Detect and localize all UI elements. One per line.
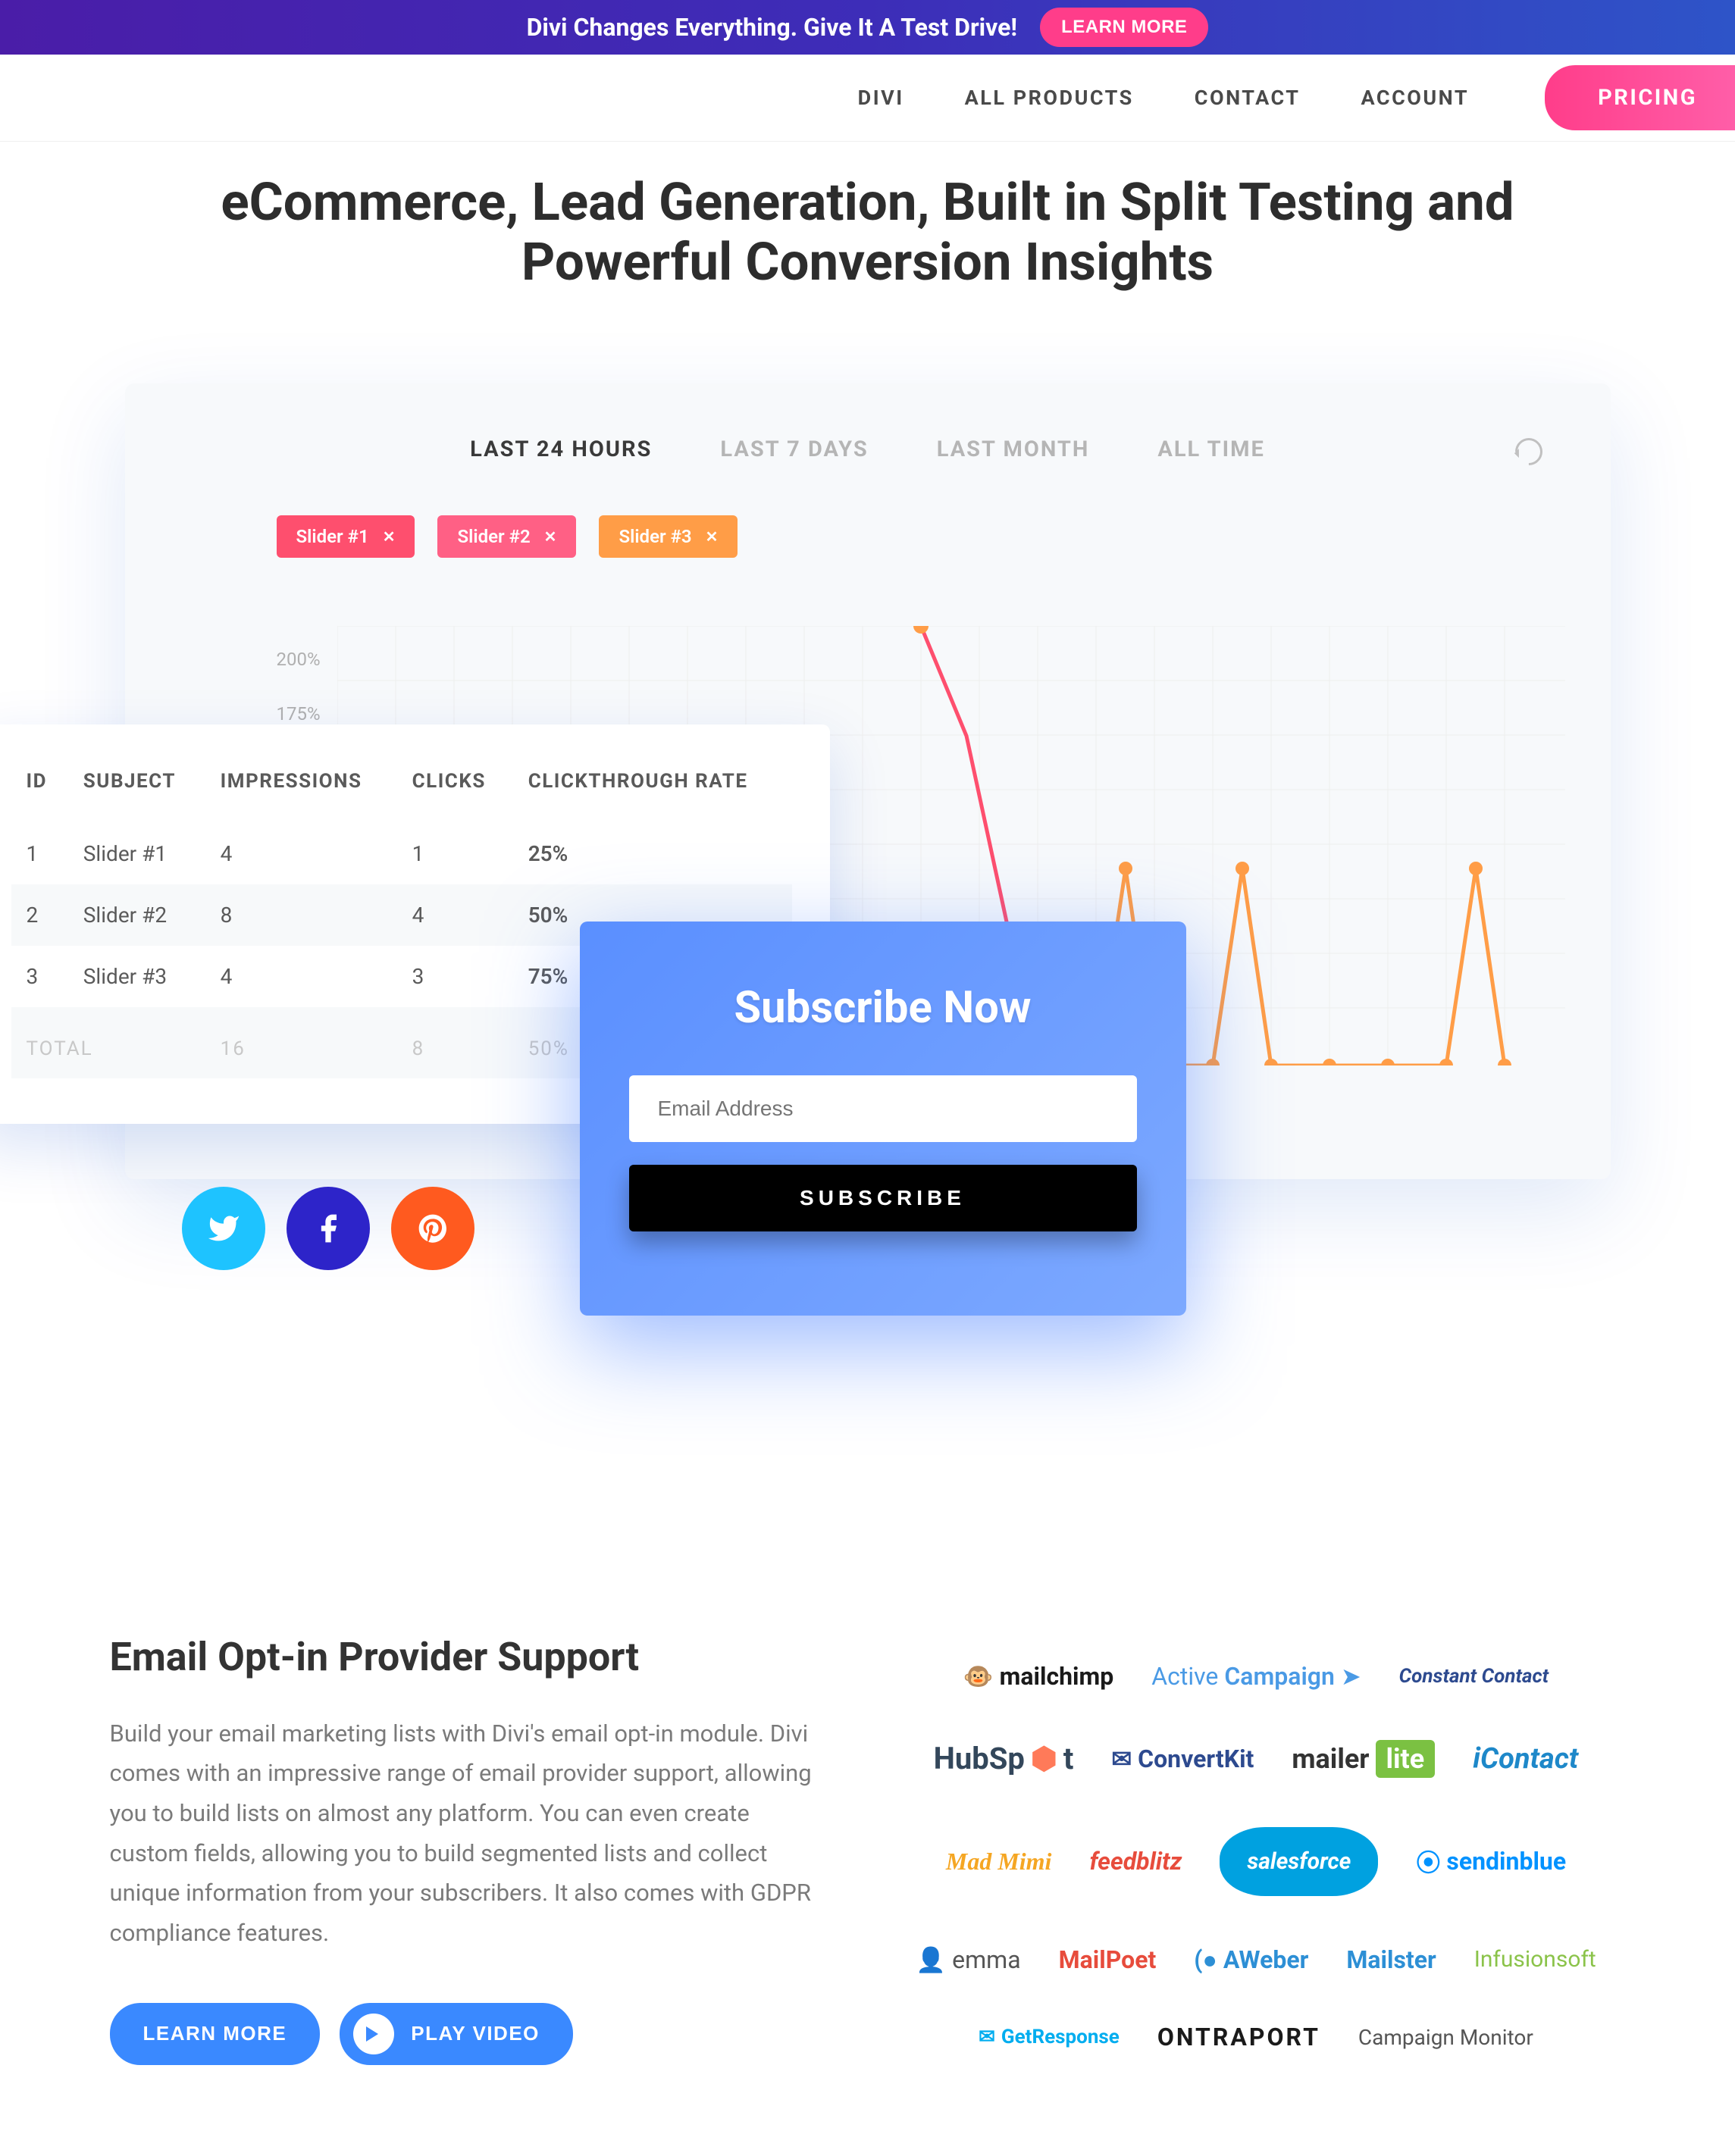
logo-icontact: iContact — [1473, 1742, 1578, 1776]
cell-id: 2 — [11, 884, 68, 946]
banner-text: Divi Changes Everything. Give It A Test … — [527, 13, 1018, 42]
logo-constant-contact: Constant Contact — [1399, 1665, 1549, 1688]
hero-title: eCommerce, Lead Generation, Built in Spl… — [110, 172, 1626, 293]
section-body: Build your email marketing lists with Di… — [110, 1714, 826, 1954]
chip-slider-2[interactable]: Slider #2 ✕ — [437, 515, 576, 558]
y-tick: 200% — [277, 649, 321, 703]
chip-slider-3[interactable]: Slider #3 ✕ — [599, 515, 738, 558]
chip-label: Slider #3 — [619, 526, 691, 547]
logo-convertkit: ✉ ConvertKit — [1111, 1745, 1254, 1773]
close-icon[interactable]: ✕ — [544, 527, 557, 546]
table-row: 1 Slider #1 4 1 25% — [11, 823, 792, 884]
twitter-icon[interactable] — [182, 1187, 265, 1270]
banner-learn-more-button[interactable]: LEARN MORE — [1040, 8, 1208, 47]
logo-getresponse: ✉ GetResponse — [979, 2026, 1120, 2048]
logo-infusionsoft: Infusionsoft — [1474, 1946, 1596, 1973]
logo-mailerlite: mailerlite — [1292, 1740, 1435, 1778]
cell-impressions: 4 — [205, 946, 397, 1007]
logo-activecampaign: ActiveCampaign ➤ — [1151, 1662, 1361, 1691]
chip-label: Slider #2 — [457, 526, 530, 547]
cell-id: 3 — [11, 946, 68, 1007]
cell-impressions: 8 — [205, 884, 397, 946]
tab-all-time[interactable]: ALL TIME — [1157, 437, 1264, 462]
cell-clicks: 1 — [397, 823, 513, 884]
close-icon[interactable]: ✕ — [383, 527, 396, 546]
nav-divi[interactable]: DIVI — [858, 86, 904, 110]
th-clicks: CLICKS — [397, 770, 513, 823]
cell-impressions: 4 — [205, 823, 397, 884]
tab-last-month[interactable]: LAST MONTH — [937, 437, 1090, 462]
subscribe-card: Subscribe Now SUBSCRIBE — [580, 922, 1186, 1316]
email-input[interactable] — [629, 1075, 1137, 1142]
chip-label: Slider #1 — [296, 526, 369, 547]
pinterest-icon[interactable] — [391, 1187, 474, 1270]
main-nav: DIVI ALL PRODUCTS CONTACT ACCOUNT PRICIN… — [0, 55, 1735, 142]
subscribe-title: Subscribe Now — [629, 982, 1137, 1034]
section-title: Email Opt-in Provider Support — [110, 1634, 826, 1680]
logo-mailster: Mailster — [1346, 1945, 1436, 1974]
cell-subject: Slider #3 — [68, 946, 205, 1007]
logo-feedblitz: feedblitz — [1089, 1847, 1182, 1876]
logo-mailpoet: MailPoet — [1059, 1945, 1157, 1974]
play-label: PLAY VIDEO — [411, 2022, 540, 2045]
tab-last-24-hours[interactable]: LAST 24 HOURS — [470, 437, 652, 462]
cell-total-clicks: 8 — [397, 1007, 513, 1078]
cell-clicks: 3 — [397, 946, 513, 1007]
nav-all-products[interactable]: ALL PRODUCTS — [965, 86, 1134, 110]
dashboard-mockup: LAST 24 HOURS LAST 7 DAYS LAST MONTH ALL… — [125, 383, 1611, 1179]
nav-account[interactable]: ACCOUNT — [1361, 86, 1470, 110]
cell-total-impressions: 16 — [205, 1007, 397, 1078]
logo-emma: 👤 emma — [916, 1945, 1020, 1974]
th-id: ID — [11, 770, 68, 823]
logo-hubspot: HubSp⬢t — [934, 1741, 1074, 1776]
play-icon — [353, 2014, 394, 2054]
logo-sendinblue: ⦿ sendinblue — [1416, 1844, 1566, 1879]
logo-madmimi: Mad Mimi — [946, 1848, 1052, 1876]
th-ctr: CLICKTHROUGH RATE — [513, 770, 792, 823]
logo-salesforce: salesforce — [1220, 1827, 1378, 1896]
cell-ctr: 25% — [513, 823, 792, 884]
logo-aweber: (● AWeber — [1194, 1945, 1308, 1974]
th-subject: SUBJECT — [68, 770, 205, 823]
logo-campaign-monitor: Campaign Monitor — [1358, 2025, 1533, 2050]
close-icon[interactable]: ✕ — [706, 527, 719, 546]
tab-last-7-days[interactable]: LAST 7 DAYS — [720, 437, 868, 462]
learn-more-button[interactable]: LEARN MORE — [110, 2003, 321, 2065]
cell-id: 1 — [11, 823, 68, 884]
play-video-button[interactable]: PLAY VIDEO — [340, 2003, 573, 2065]
cell-clicks: 4 — [397, 884, 513, 946]
chip-slider-1[interactable]: Slider #1 ✕ — [277, 515, 415, 558]
subscribe-button[interactable]: SUBSCRIBE — [629, 1165, 1137, 1231]
logo-ontraport: ONTRAPORT — [1157, 2023, 1320, 2051]
reset-icon[interactable] — [1509, 432, 1548, 471]
nav-pricing-button[interactable]: PRICING — [1545, 65, 1735, 130]
cell-subject: Slider #1 — [68, 823, 205, 884]
facebook-icon[interactable] — [287, 1187, 370, 1270]
th-impressions: IMPRESSIONS — [205, 770, 397, 823]
provider-logos: 🐵 mailchimp ActiveCampaign ➤ Constant Co… — [887, 1634, 1626, 2065]
cell-total-label: TOTAL — [11, 1007, 205, 1078]
social-share — [182, 1187, 474, 1270]
cell-subject: Slider #2 — [68, 884, 205, 946]
nav-contact[interactable]: CONTACT — [1195, 86, 1301, 110]
logo-mailchimp: 🐵 mailchimp — [963, 1662, 1113, 1691]
